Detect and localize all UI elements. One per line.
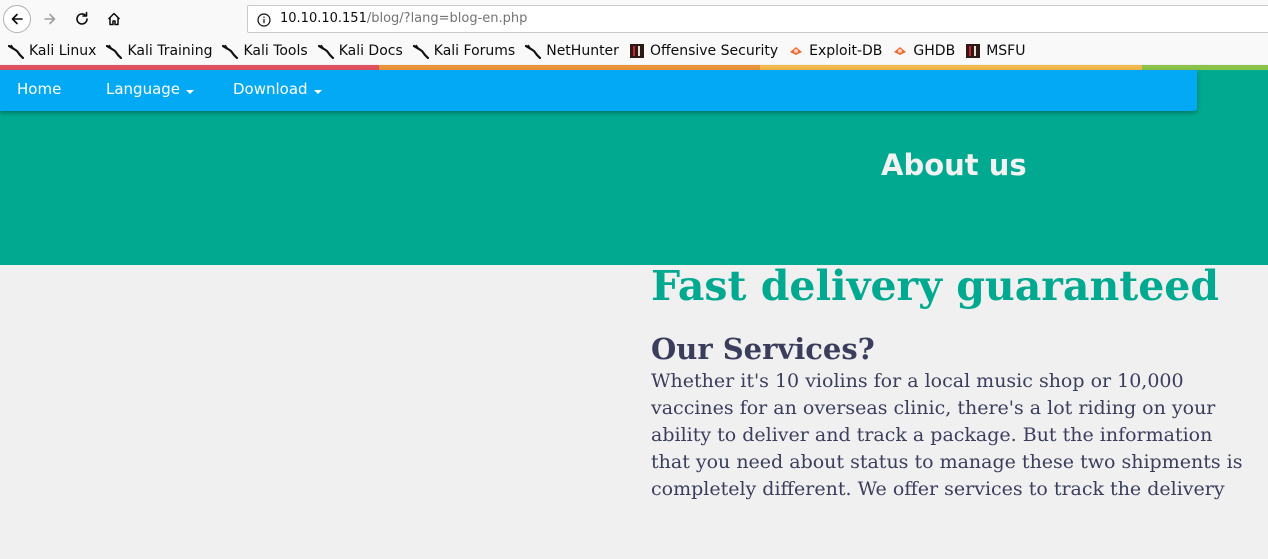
bookmark-item[interactable]: MSFU bbox=[965, 43, 1025, 59]
url-host: 10.10.10.151 bbox=[280, 11, 367, 26]
bookmark-label: Kali Forums bbox=[433, 43, 516, 59]
nav-language-label: Language bbox=[106, 80, 181, 98]
bookmark-label: Kali Docs bbox=[338, 43, 403, 59]
exploit-db-icon bbox=[892, 43, 908, 59]
forward-arrow-icon bbox=[44, 13, 56, 25]
back-button[interactable] bbox=[3, 5, 31, 33]
bookmark-label: Kali Training bbox=[127, 43, 213, 59]
url-path: /blog/?lang=blog-en.php bbox=[366, 11, 528, 26]
bookmark-label: MSFU bbox=[986, 43, 1026, 59]
nav-home-label: Home bbox=[17, 80, 62, 98]
back-arrow-icon bbox=[11, 13, 23, 25]
kali-dragon-icon bbox=[7, 43, 25, 60]
bookmarks-bar: Kali Linux Kali Training Kali Tools Kali Do… bbox=[0, 38, 1268, 64]
reload-icon bbox=[76, 11, 88, 25]
nav-download-label: Download bbox=[233, 80, 308, 98]
bookmark-item[interactable]: Kali Linux bbox=[7, 43, 97, 60]
offsec-icon bbox=[629, 43, 645, 59]
headline: Fast delivery guaranteed bbox=[651, 262, 1220, 310]
site-navbar: Home Language Download bbox=[0, 70, 1197, 111]
bookmark-item[interactable]: GHDB bbox=[892, 43, 955, 59]
bookmark-item[interactable]: Kali Forums bbox=[412, 43, 516, 60]
main-content: Fast delivery guaranteed bbox=[651, 262, 1251, 310]
hero-title: About us bbox=[881, 148, 1027, 182]
kali-dragon-icon bbox=[222, 43, 239, 60]
bookmark-label: Exploit-DB bbox=[809, 43, 883, 59]
home-icon bbox=[107, 12, 121, 26]
kali-dragon-icon bbox=[412, 43, 429, 60]
bookmark-label: GHDB bbox=[913, 43, 956, 59]
nav-download-dropdown[interactable]: Download bbox=[233, 80, 322, 98]
bookmark-label: Kali Tools bbox=[243, 43, 308, 59]
bookmark-item[interactable]: NetHunter bbox=[525, 43, 619, 60]
site-info-icon[interactable] bbox=[257, 12, 271, 31]
url-text: 10.10.10.151/blog/?lang=blog-en.php bbox=[280, 11, 527, 26]
caret-down-icon bbox=[313, 90, 322, 94]
bookmark-item[interactable]: Offensive Security bbox=[629, 43, 778, 59]
exploit-db-icon bbox=[788, 43, 804, 59]
forward-button[interactable] bbox=[36, 5, 64, 33]
bookmark-label: Kali Linux bbox=[29, 43, 97, 59]
bookmark-item[interactable]: Kali Training bbox=[106, 43, 213, 60]
reload-button[interactable] bbox=[68, 5, 96, 33]
kali-dragon-icon bbox=[525, 43, 542, 60]
home-button[interactable] bbox=[100, 5, 128, 33]
services-heading: Our Services? bbox=[651, 332, 875, 366]
nav-language-dropdown[interactable]: Language bbox=[106, 80, 195, 98]
bookmark-label: NetHunter bbox=[546, 43, 619, 59]
kali-dragon-icon bbox=[106, 43, 123, 60]
bookmark-item[interactable]: Kali Docs bbox=[317, 43, 403, 60]
services-paragraph: Whether it's 10 violins for a local musi… bbox=[651, 370, 1243, 500]
bookmark-item[interactable]: Exploit-DB bbox=[788, 43, 882, 59]
caret-down-icon bbox=[186, 90, 195, 94]
kali-dragon-icon bbox=[317, 43, 334, 60]
nav-home-link[interactable]: Home bbox=[17, 80, 61, 98]
bookmark-label: Offensive Security bbox=[649, 43, 779, 59]
bookmark-item[interactable]: Kali Tools bbox=[222, 43, 308, 60]
url-bar[interactable]: 10.10.10.151/blog/?lang=blog-en.php bbox=[247, 5, 1268, 33]
browser-toolbar: 10.10.10.151/blog/?lang=blog-en.php bbox=[0, 0, 1268, 38]
offsec-icon bbox=[965, 43, 981, 59]
